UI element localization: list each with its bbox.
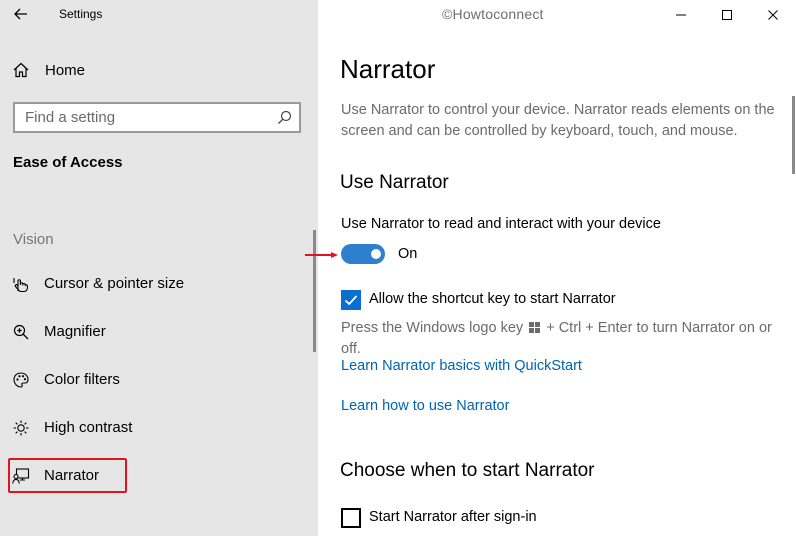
main-scrollbar[interactable] [792,96,795,174]
sidebar-item-label: High contrast [44,419,133,436]
palette-icon [13,372,29,388]
hint-prefix: Press the Windows logo key [341,320,524,336]
search-input[interactable] [15,104,265,131]
shortcut-key-checkbox[interactable] [341,290,361,310]
maximize-icon [722,10,732,20]
quickstart-link[interactable]: Learn Narrator basics with QuickStart [341,358,582,374]
toggle-knob [371,249,381,259]
sidebar-item-color-filters[interactable]: Color filters [0,362,318,398]
search-icon[interactable] [277,110,292,125]
sidebar-item-label: Color filters [44,371,120,388]
magnifier-icon [13,324,29,340]
narrator-toggle-switch[interactable] [341,244,385,264]
annotation-arrow-icon [305,252,338,258]
sidebar-item-cursor-pointer-size[interactable]: Cursor & pointer size [0,266,318,302]
page-title: Narrator [340,54,436,84]
annotation-highlight-box [8,458,127,493]
close-button[interactable] [750,0,796,30]
group-label-vision: Vision [13,231,54,248]
minimize-icon [676,14,686,16]
maximize-button[interactable] [704,0,750,30]
cursor-pointer-icon [13,278,28,293]
start-after-signin-label: Start Narrator after sign-in [369,509,537,525]
search-box[interactable] [13,102,301,133]
how-to-use-link[interactable]: Learn how to use Narrator [341,398,509,414]
toggle-state-text: On [398,246,418,262]
sidebar-item-label: Cursor & pointer size [44,275,185,292]
minimize-button[interactable] [658,0,704,30]
watermark: ©Howtoconnect [442,6,544,22]
home-icon [13,62,29,78]
sidebar-item-high-contrast[interactable]: High contrast [0,410,318,446]
brightness-icon [13,420,29,436]
start-after-signin-checkbox[interactable] [341,508,361,528]
close-icon [768,10,778,20]
back-arrow-icon [14,8,27,20]
home-label: Home [45,62,86,79]
app-title: Settings [59,7,103,21]
narrator-toggle-label: Use Narrator to read and interact with y… [341,216,661,232]
home-nav-item[interactable]: Home [0,56,318,84]
shortcut-hint: Press the Windows logo key + Ctrl + Ente… [341,318,781,360]
page-description: Use Narrator to control your device. Nar… [341,102,775,139]
use-narrator-heading: Use Narrator [340,172,449,193]
shortcut-key-checkbox-label: Allow the shortcut key to start Narrator [369,291,616,307]
sidebar-scrollbar[interactable] [313,230,316,352]
windows-logo-icon [529,322,541,333]
sidebar: Settings Home Ease of Access Vision Curs… [0,0,318,536]
back-button[interactable] [10,4,32,24]
choose-start-heading: Choose when to start Narrator [340,460,595,481]
checkmark-icon [344,295,358,306]
title-bar-left: Settings [0,0,318,30]
section-title: Ease of Access [13,154,123,171]
sidebar-item-magnifier[interactable]: Magnifier [0,314,318,350]
main-content: ©Howtoconnect Narrator Use Narrator to c… [305,0,796,536]
sidebar-item-label: Magnifier [44,323,106,340]
